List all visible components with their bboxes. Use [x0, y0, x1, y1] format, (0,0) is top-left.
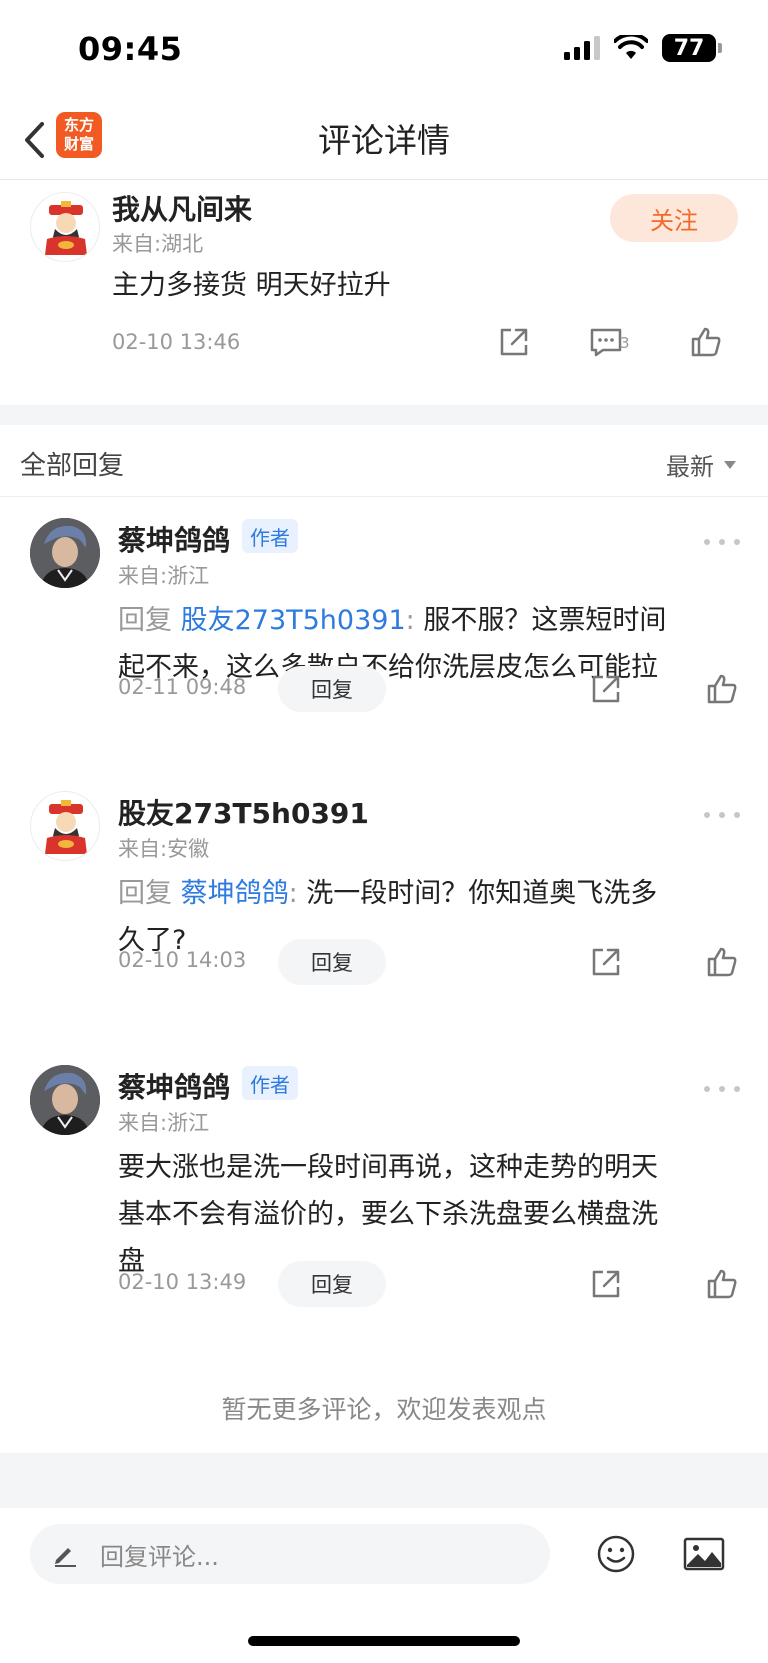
- reply-time: 02-10 14:03: [118, 948, 247, 972]
- share-icon: [592, 948, 620, 976]
- comment-text: 主力多接货 明天好拉升: [112, 270, 391, 301]
- sort-select[interactable]: 最新: [666, 447, 736, 482]
- reply-item: 蔡坤鸽鸽 作者 来自:浙江 要大涨也是洗一段时间再说，这种走势的明天 基本不会有…: [0, 1052, 768, 1352]
- reply-input-placeholder: 回复评论...: [100, 1542, 219, 1571]
- share-button[interactable]: [584, 667, 628, 711]
- nav-bar: 东方 财富 评论详情: [0, 100, 768, 180]
- replies-header: 全部回复 最新: [0, 425, 768, 497]
- thumbs-up-icon: [707, 947, 737, 977]
- reply-text: 要大涨也是洗一段时间再说，这种走势的明天 基本不会有溢价的，要么下杀洗盘要么横盘…: [118, 1144, 738, 1285]
- end-of-comments-note: 暂无更多评论，欢迎发表观点: [221, 1395, 547, 1424]
- reply-text-line1: 要大涨也是洗一段时间再说，这种走势的明天: [118, 1152, 658, 1183]
- emoji-icon: [597, 1535, 635, 1573]
- reply-time: 02-10 13:49: [118, 1270, 247, 1294]
- home-indicator: [248, 1636, 520, 1646]
- reply-button[interactable]: 回复: [278, 939, 386, 985]
- reply-time: 02-11 09:48: [118, 675, 247, 699]
- avatar[interactable]: [30, 518, 100, 588]
- bottom-spacer: [0, 1453, 768, 1508]
- reply-separator: :: [405, 605, 415, 636]
- share-icon: [500, 328, 528, 356]
- share-icon: [592, 675, 620, 703]
- user-photo-avatar-icon: [30, 518, 100, 588]
- image-button[interactable]: [680, 1530, 728, 1578]
- more-button[interactable]: [704, 532, 740, 552]
- reply-item: 股友273T5h0391 来自:安徽 回复 蔡坤鸽鸽: 洗一段时间？你知道奥飞洗…: [0, 778, 768, 1033]
- status-time: 09:45: [78, 30, 183, 68]
- user-name[interactable]: 蔡坤鸽鸽: [118, 519, 230, 559]
- thumbs-up-icon: [707, 1269, 737, 1299]
- more-button[interactable]: [704, 1079, 740, 1099]
- wifi-icon: [614, 35, 648, 59]
- user-location: 来自:浙江: [118, 564, 210, 588]
- image-icon: [683, 1537, 725, 1571]
- user-name[interactable]: 我从凡间来: [112, 188, 252, 228]
- comment-icon: [590, 328, 622, 357]
- user-name[interactable]: 蔡坤鸽鸽: [118, 1066, 230, 1106]
- reply-text-line1: 服不服？这票短时间: [414, 605, 667, 636]
- reply-prefix: 回复: [118, 878, 172, 909]
- like-button[interactable]: [684, 320, 728, 364]
- reply-input[interactable]: 回复评论...: [30, 1524, 550, 1584]
- user-location: 来自:浙江: [118, 1111, 210, 1135]
- share-button[interactable]: [584, 1262, 628, 1306]
- avatar[interactable]: [30, 1065, 100, 1135]
- status-bar: 09:45 77: [0, 0, 768, 100]
- user-name[interactable]: 股友273T5h0391: [118, 792, 369, 832]
- pencil-icon: [55, 1548, 76, 1567]
- chevron-down-icon: [724, 460, 736, 469]
- fortune-god-avatar-icon: [45, 800, 87, 854]
- comment-time: 02-10 13:46: [112, 330, 241, 354]
- user-location: 来自:湖北: [112, 232, 204, 256]
- reply-button[interactable]: 回复: [278, 666, 386, 712]
- reply-separator: :: [288, 878, 298, 909]
- avatar[interactable]: [30, 192, 100, 262]
- replies-title: 全部回复: [20, 451, 125, 481]
- main-comment: 我从凡间来 来自:湖北 关注 主力多接货 明天好拉升 02-10 13:46 3: [0, 180, 768, 405]
- follow-button[interactable]: 关注: [610, 194, 738, 242]
- page-title: 评论详情: [318, 121, 450, 160]
- share-button[interactable]: [584, 940, 628, 984]
- author-badge: 作者: [242, 1066, 298, 1100]
- thumbs-up-icon: [707, 674, 737, 704]
- thumbs-up-icon: [691, 327, 721, 357]
- reply-line-1: 回复 蔡坤鸽鸽: 洗一段时间？你知道奥飞洗多: [118, 870, 738, 917]
- reply-target-link[interactable]: 蔡坤鸽鸽: [181, 878, 289, 909]
- like-button[interactable]: [700, 1262, 744, 1306]
- more-button[interactable]: [704, 805, 740, 825]
- author-badge: 作者: [242, 519, 298, 553]
- reply-text-line2: 基本不会有溢价的，要么下杀洗盘要么横盘洗: [118, 1199, 658, 1230]
- battery-level: 77: [673, 35, 705, 61]
- reply-button[interactable]: 回复: [278, 1261, 386, 1307]
- signal-icon: [564, 36, 600, 60]
- emoji-button[interactable]: [592, 1530, 640, 1578]
- avatar[interactable]: [30, 791, 100, 861]
- sort-label: 最新: [666, 453, 714, 481]
- share-icon: [592, 1270, 620, 1298]
- reply-text-line1: 洗一段时间？你知道奥飞洗多: [297, 878, 658, 909]
- reply-item: 蔡坤鸽鸽 作者 来自:浙江 回复 股友273T5h0391: 服不服？这票短时间…: [0, 505, 768, 760]
- reply-prefix: 回复: [118, 605, 172, 636]
- like-button[interactable]: [700, 940, 744, 984]
- section-divider: [0, 405, 768, 425]
- status-icons: 77: [564, 34, 722, 62]
- battery-icon: 77: [662, 34, 722, 62]
- user-photo-avatar-icon: [30, 1065, 100, 1135]
- reply-target-link[interactable]: 股友273T5h0391: [181, 605, 406, 636]
- user-location: 来自:安徽: [118, 837, 210, 861]
- comment-count: 3: [620, 334, 630, 352]
- share-button[interactable]: [492, 320, 536, 364]
- like-button[interactable]: [700, 667, 744, 711]
- reply-input-bar: 回复评论...: [0, 1508, 768, 1608]
- reply-line-1: 回复 股友273T5h0391: 服不服？这票短时间: [118, 597, 738, 644]
- fortune-god-avatar-icon: [45, 201, 87, 255]
